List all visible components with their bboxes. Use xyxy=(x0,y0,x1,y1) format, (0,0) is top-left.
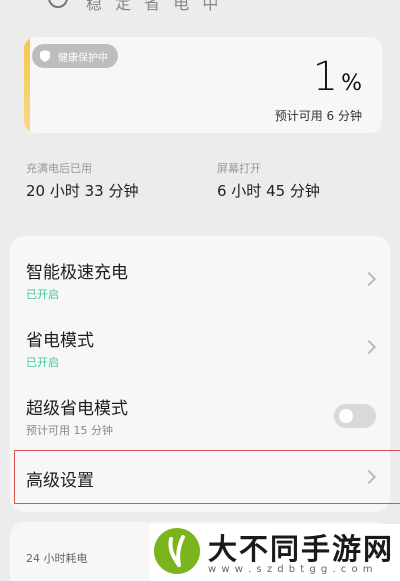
consumption-24h-label: 24 小时耗电 xyxy=(26,552,88,565)
smart-charge-row[interactable]: 智能极速充电 已开启 xyxy=(10,248,390,314)
since-full-label: 充满电后已用 xyxy=(26,162,92,175)
battery-level-bar xyxy=(24,37,30,133)
status-icon xyxy=(48,0,68,8)
top-status-strip: 稳 定 省 电 中 xyxy=(0,0,400,30)
super-saving-toggle[interactable] xyxy=(334,404,376,428)
advanced-settings-title: 高级设置 xyxy=(26,471,94,491)
shield-icon xyxy=(40,50,50,62)
super-saving-title: 超级省电模式 xyxy=(26,399,128,419)
smart-charge-status: 已开启 xyxy=(26,288,59,301)
toggle-knob xyxy=(339,409,353,423)
top-partial-text: 稳 定 省 电 中 xyxy=(86,0,223,13)
health-badge-label: 健康保护中 xyxy=(58,52,108,64)
battery-page: 稳 定 省 电 中 健康保护中 1 % 预计可用 6 分钟 充满电后已用 20 … xyxy=(0,0,400,581)
watermark-name: 大不同手游网 xyxy=(208,532,395,566)
watermark-url: w w w . s z d b t g g . c o m xyxy=(208,564,374,575)
battery-percent-unit: % xyxy=(341,71,362,96)
smart-charge-title: 智能极速充电 xyxy=(26,263,128,283)
super-saving-estimate: 预计可用 15 分钟 xyxy=(26,424,113,437)
chevron-right-icon xyxy=(361,339,377,355)
settings-card: 智能极速充电 已开启 省电模式 已开启 超级省电模式 预计可用 15 分钟 高级… xyxy=(10,236,400,512)
chevron-right-icon xyxy=(361,469,377,485)
battery-estimate: 预计可用 6 分钟 xyxy=(274,109,362,123)
power-saving-status: 已开启 xyxy=(26,356,59,369)
super-saving-row: 超级省电模式 预计可用 15 分钟 xyxy=(10,384,390,450)
since-full-value: 20 小时 33 分钟 xyxy=(26,182,139,200)
battery-percent: 1 % xyxy=(313,55,362,99)
power-saving-title: 省电模式 xyxy=(26,331,94,351)
battery-card: 健康保护中 1 % 预计可用 6 分钟 xyxy=(24,37,382,133)
screen-on-value: 6 小时 45 分钟 xyxy=(217,182,320,200)
advanced-settings-row[interactable]: 高级设置 xyxy=(10,452,390,502)
health-badge: 健康保护中 xyxy=(32,44,118,68)
leaf-logo-icon xyxy=(154,528,200,574)
screen-on-label: 屏幕打开 xyxy=(217,162,261,175)
watermark: 大不同手游网 w w w . s z d b t g g . c o m xyxy=(150,524,400,581)
chevron-right-icon xyxy=(361,271,377,287)
power-saving-row[interactable]: 省电模式 已开启 xyxy=(10,316,390,382)
battery-percent-value: 1 xyxy=(312,54,339,100)
